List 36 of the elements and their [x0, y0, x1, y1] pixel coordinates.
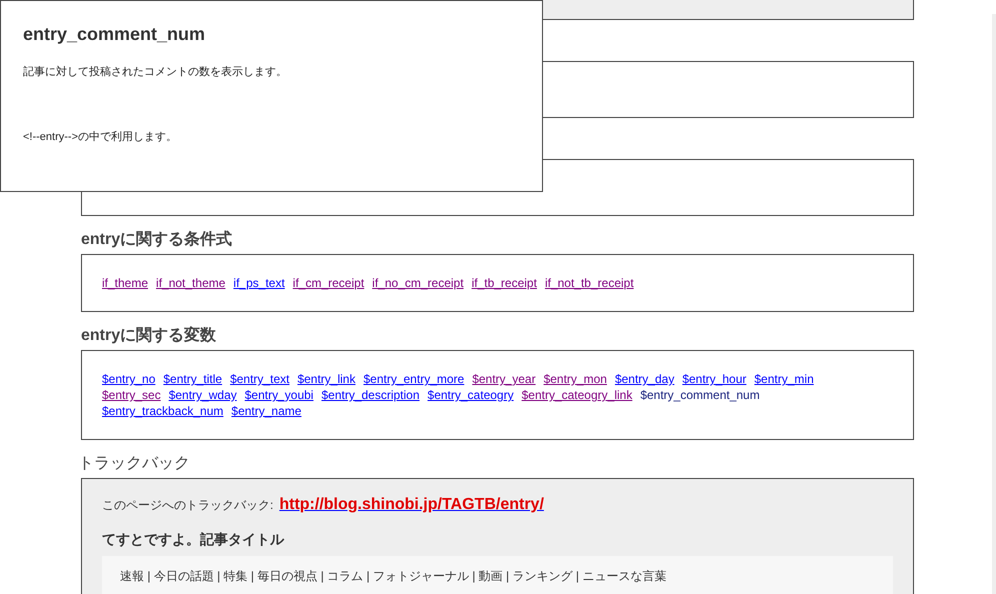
nav-text: 速報 | 今日の話題 | 特集 | 毎日の視点 | コラム | フォトジャーナル | 動画 | ランキング | ニュースな言葉: [120, 569, 666, 583]
tag-link[interactable]: $entry_day: [614, 371, 674, 387]
popup-usage: <!--entry-->の中で利用します。: [23, 130, 178, 144]
tag-link[interactable]: $entry_youbi: [244, 387, 314, 403]
tag-link[interactable]: $entry_name: [231, 403, 302, 419]
tag-link[interactable]: $entry_year: [472, 371, 536, 387]
tag-link[interactable]: $entry_min: [754, 371, 814, 387]
popup-description: 記事に対して投稿されたコメントの数を表示します。: [23, 64, 287, 80]
entry-title: てすとですよ。記事タイトル: [102, 530, 286, 549]
trackback-url-link[interactable]: http://blog.shinobi.jp/TAGTB/entry/: [279, 493, 544, 517]
tag-link[interactable]: $entry_sec: [102, 387, 161, 403]
tag-link[interactable]: if_theme: [102, 275, 148, 291]
tag-link[interactable]: $entry_text: [230, 371, 290, 387]
section-heading: entryに関する変数: [81, 326, 218, 346]
trackback-label: このページへのトラックバック:: [102, 497, 274, 514]
section-heading: entryに関する条件式: [81, 230, 234, 250]
popup-title: entry_comment_num: [23, 23, 206, 46]
tag-link[interactable]: if_ps_text: [233, 275, 285, 291]
section-heading: トラックバック: [78, 454, 191, 474]
tag-link[interactable]: if_not_theme: [156, 275, 226, 291]
tag-link[interactable]: $entry_title: [163, 371, 222, 387]
tag-link[interactable]: if_no_cm_receipt: [372, 275, 464, 291]
current-tag-text: $entry_comment_num: [640, 387, 760, 403]
tag-link[interactable]: if_not_tb_receipt: [544, 275, 634, 291]
tag-link[interactable]: $entry_mon: [544, 371, 607, 387]
tag-link[interactable]: $entry_cateogry: [428, 387, 514, 403]
tag-link[interactable]: $entry_hour: [682, 371, 746, 387]
tag-link[interactable]: $entry_no: [102, 371, 156, 387]
tag-link[interactable]: $entry_entry_more: [363, 371, 464, 387]
tag-link[interactable]: $entry_wday: [168, 387, 237, 403]
tag-link[interactable]: $entry_link: [297, 371, 356, 387]
tag-link[interactable]: $entry_cateogry_link: [522, 387, 632, 403]
tag-link[interactable]: $entry_trackback_num: [102, 403, 224, 419]
tag-link[interactable]: if_cm_receipt: [292, 275, 364, 291]
tag-link[interactable]: $entry_description: [321, 387, 420, 403]
tag-link[interactable]: if_tb_receipt: [472, 275, 537, 291]
